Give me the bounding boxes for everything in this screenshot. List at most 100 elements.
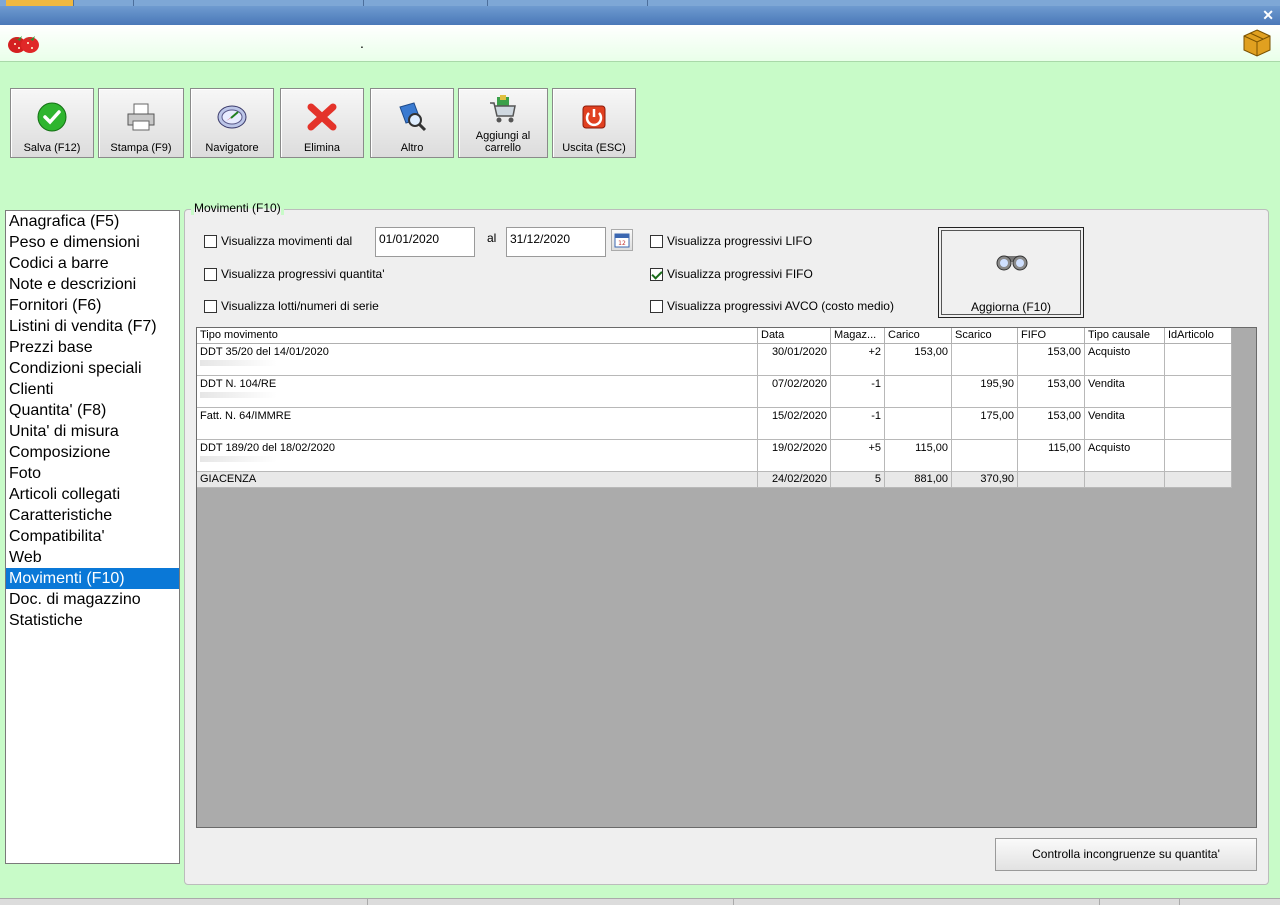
cell-magazzino[interactable]: +5 [831, 440, 885, 472]
checkbox-box-checked[interactable] [650, 267, 663, 281]
total-scarico[interactable]: 370,90 [952, 472, 1018, 488]
cell-idarticolo[interactable] [1165, 408, 1232, 440]
sidebar-item-anagrafica[interactable]: Anagrafica (F5) [6, 211, 179, 232]
refresh-button[interactable]: Aggiorna (F10) [938, 227, 1084, 318]
checkbox-box[interactable] [204, 267, 217, 281]
print-button[interactable]: Stampa (F9) [98, 88, 184, 158]
show-lifo-checkbox[interactable]: Visualizza progressivi LIFO [650, 234, 812, 248]
checkbox-box[interactable] [204, 234, 217, 248]
sidebar-item-statistiche[interactable]: Statistiche [6, 610, 179, 631]
status-bar [0, 898, 1280, 905]
total-magazzino[interactable]: 5 [831, 472, 885, 488]
checkbox-box[interactable] [650, 299, 663, 313]
sidebar-item-condizioni-speciali[interactable]: Condizioni speciali [6, 358, 179, 379]
cell-fifo[interactable]: 153,00 [1018, 344, 1085, 376]
cell-carico[interactable] [885, 408, 952, 440]
sidebar-item-movimenti[interactable]: Movimenti (F10) [6, 568, 179, 589]
cell-scarico[interactable] [952, 344, 1018, 376]
save-button[interactable]: Salva (F12) [10, 88, 94, 158]
table-row[interactable]: DDT 189/20 del 18/02/2020 [197, 440, 758, 472]
sidebar-item-composizione[interactable]: Composizione [6, 442, 179, 463]
sidebar-item-peso-dimensioni[interactable]: Peso e dimensioni [6, 232, 179, 253]
compass-icon [217, 105, 247, 129]
navigator-button[interactable]: Navigatore [190, 88, 274, 158]
date-to-field[interactable]: 31/12/2020 [506, 227, 606, 257]
sidebar-item-foto[interactable]: Foto [6, 463, 179, 484]
cell-idarticolo[interactable] [1165, 440, 1232, 472]
delete-button[interactable]: Elimina [280, 88, 364, 158]
sidebar-item-clienti[interactable]: Clienti [6, 379, 179, 400]
cell-magazzino[interactable]: -1 [831, 376, 885, 408]
sidebar-item-unita-misura[interactable]: Unita' di misura [6, 421, 179, 442]
checkbox-box[interactable] [650, 234, 663, 248]
sidebar-item-web[interactable]: Web [6, 547, 179, 568]
sidebar-item-fornitori[interactable]: Fornitori (F6) [6, 295, 179, 316]
cell-idarticolo[interactable] [1165, 376, 1232, 408]
cell-carico[interactable] [885, 376, 952, 408]
total-carico[interactable]: 881,00 [885, 472, 952, 488]
sidebar: Anagrafica (F5) Peso e dimensioni Codici… [5, 210, 180, 864]
cell-idarticolo[interactable] [1165, 344, 1232, 376]
exit-button[interactable]: Uscita (ESC) [552, 88, 636, 158]
cell-tipo-causale[interactable]: Acquisto [1085, 440, 1165, 472]
cell-scarico[interactable]: 175,00 [952, 408, 1018, 440]
cell-fifo[interactable]: 115,00 [1018, 440, 1085, 472]
cell-data[interactable]: 15/02/2020 [758, 408, 831, 440]
other-button[interactable]: Altro [370, 88, 454, 158]
total-fifo[interactable] [1018, 472, 1085, 488]
show-lots-checkbox[interactable]: Visualizza lotti/numeri di serie [204, 299, 379, 313]
cell-scarico[interactable]: 195,90 [952, 376, 1018, 408]
cell-tipo-causale[interactable]: Vendita [1085, 376, 1165, 408]
table-row[interactable]: DDT 35/20 del 14/01/2020 [197, 344, 758, 376]
cell-magazzino[interactable]: -1 [831, 408, 885, 440]
cell-data[interactable]: 19/02/2020 [758, 440, 831, 472]
cell-tipo-causale[interactable]: Vendita [1085, 408, 1165, 440]
total-tipo-causale[interactable] [1085, 472, 1165, 488]
add-to-cart-button[interactable]: Aggiungi al carrello [458, 88, 548, 158]
column-header-idarticolo[interactable]: IdArticolo [1165, 328, 1232, 344]
cell-scarico[interactable] [952, 440, 1018, 472]
total-data[interactable]: 24/02/2020 [758, 472, 831, 488]
table-row[interactable]: DDT N. 104/RE [197, 376, 758, 408]
calendar-button[interactable]: 12 [611, 229, 633, 251]
column-header-tipo-causale[interactable]: Tipo causale [1085, 328, 1165, 344]
sidebar-item-quantita[interactable]: Quantita' (F8) [6, 400, 179, 421]
cell-tipo-causale[interactable]: Acquisto [1085, 344, 1165, 376]
sidebar-item-listini-vendita[interactable]: Listini di vendita (F7) [6, 316, 179, 337]
cell-fifo[interactable]: 153,00 [1018, 376, 1085, 408]
column-header-carico[interactable]: Carico [885, 328, 952, 344]
table-row[interactable]: Fatt. N. 64/IMMRE [197, 408, 758, 440]
checkbox-box[interactable] [204, 299, 217, 313]
show-fifo-checkbox[interactable]: Visualizza progressivi FIFO [650, 267, 813, 281]
show-avco-checkbox[interactable]: Visualizza progressivi AVCO (costo medio… [650, 299, 894, 313]
date-from-field[interactable]: 01/01/2020 [375, 227, 475, 257]
column-header-fifo[interactable]: FIFO [1018, 328, 1085, 344]
total-idarticolo[interactable] [1165, 472, 1232, 488]
column-header-scarico[interactable]: Scarico [952, 328, 1018, 344]
power-icon [582, 105, 606, 129]
close-icon[interactable]: ✕ [1262, 7, 1274, 24]
sidebar-item-doc-magazzino[interactable]: Doc. di magazzino [6, 589, 179, 610]
cell-data[interactable]: 07/02/2020 [758, 376, 831, 408]
column-header-data[interactable]: Data [758, 328, 831, 344]
column-header-tipo-movimento[interactable]: Tipo movimento [197, 328, 758, 344]
sidebar-item-prezzi-base[interactable]: Prezzi base [6, 337, 179, 358]
sidebar-item-compatibilita[interactable]: Compatibilita' [6, 526, 179, 547]
cell-magazzino[interactable]: +2 [831, 344, 885, 376]
sidebar-item-note-descrizioni[interactable]: Note e descrizioni [6, 274, 179, 295]
cell-carico[interactable]: 153,00 [885, 344, 952, 376]
column-header-magazzino[interactable]: Magaz... [831, 328, 885, 344]
cell-fifo[interactable]: 153,00 [1018, 408, 1085, 440]
binoculars-icon [996, 255, 1028, 271]
check-inconsistencies-button[interactable]: Controlla incongruenze su quantita' [995, 838, 1257, 871]
sidebar-item-articoli-collegati[interactable]: Articoli collegati [6, 484, 179, 505]
show-qty-progressive-checkbox[interactable]: Visualizza progressivi quantita' [204, 267, 385, 281]
show-lots-label: Visualizza lotti/numeri di serie [221, 299, 379, 313]
cell-data[interactable]: 30/01/2020 [758, 344, 831, 376]
cell-carico[interactable]: 115,00 [885, 440, 952, 472]
sidebar-item-caratteristiche[interactable]: Caratteristiche [6, 505, 179, 526]
show-movements-checkbox[interactable]: Visualizza movimenti dal [204, 234, 352, 248]
total-row[interactable]: GIACENZA [197, 472, 758, 488]
sidebar-item-codici-barre[interactable]: Codici a barre [6, 253, 179, 274]
package-cube-icon[interactable] [1242, 28, 1272, 58]
